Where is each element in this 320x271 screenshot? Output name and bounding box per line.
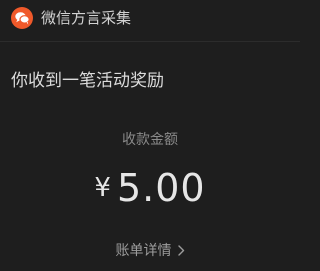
app-name: 微信方言采集 bbox=[41, 9, 132, 27]
bill-details-label: 账单详情 bbox=[115, 243, 172, 259]
chat-bubbles-icon[interactable] bbox=[11, 7, 33, 29]
payment-amount: ¥5.00 bbox=[0, 165, 300, 211]
chevron-right-icon bbox=[177, 242, 185, 262]
notification-message: 你收到一笔活动奖励 bbox=[11, 71, 164, 91]
amount-value: 5.00 bbox=[116, 166, 206, 210]
amount-label: 收款金额 bbox=[122, 132, 178, 148]
currency-symbol: ¥ bbox=[94, 173, 111, 203]
header-divider bbox=[0, 41, 300, 42]
notification-header: 微信方言采集 bbox=[0, 0, 300, 36]
bill-details-link[interactable]: 账单详情 bbox=[0, 241, 300, 262]
